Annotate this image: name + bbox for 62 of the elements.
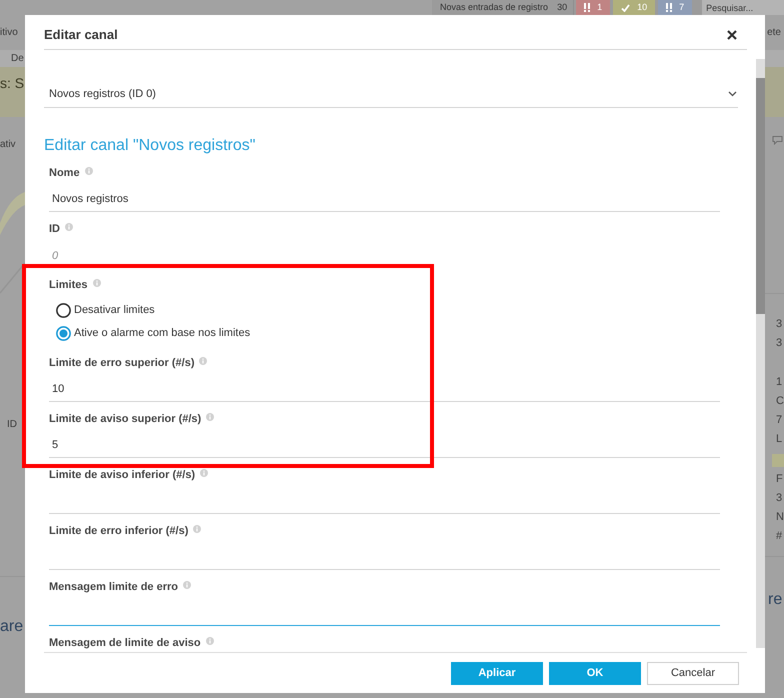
detail-text: N [775, 510, 784, 525]
field-label: Mensagem limite de erro [49, 580, 178, 594]
close-button[interactable] [726, 29, 737, 40]
exclamation-icon [584, 3, 590, 12]
detail-text: C [775, 394, 784, 409]
page-title: s: S [0, 75, 24, 91]
dialog-button[interactable]: Cancelar [647, 662, 739, 685]
status-badge[interactable]: 7 [658, 0, 692, 15]
detail-text: # [775, 529, 784, 544]
check-icon [621, 4, 630, 12]
info-icon [65, 223, 73, 231]
channel-select[interactable]: Novos registros (ID 0) [44, 81, 738, 108]
comment-icon [772, 135, 783, 145]
section-title: re [767, 590, 784, 610]
radio-option[interactable]: Desativar limites [56, 299, 155, 322]
detail-text: 7 [775, 413, 784, 428]
detail-text: F [775, 472, 784, 487]
readonly-value: 0 [52, 248, 58, 262]
field-label: ID [49, 222, 60, 236]
search-field[interactable]: Pesquisar... [702, 0, 784, 15]
info-icon [206, 637, 214, 645]
dialog-button[interactable]: Aplicar [451, 662, 543, 685]
dialog-button[interactable]: OK [549, 662, 641, 685]
text-field[interactable]: 10 [49, 377, 720, 402]
text-field[interactable]: 5 [49, 433, 720, 458]
info-icon [84, 167, 93, 175]
info-icon [193, 525, 202, 533]
radio-option[interactable]: Ative o alarme com base nos limites [56, 322, 250, 345]
exclamation-icon [666, 3, 672, 12]
field-label: Limite de erro inferior (#/s) [49, 524, 188, 538]
info-icon [199, 357, 208, 365]
field-label: Limite de aviso superior (#/s) [49, 412, 202, 426]
section-heading: Editar canal "Novos registros" [44, 136, 256, 156]
nav-link[interactable]: ete [767, 25, 784, 40]
field-label: Limite de aviso inferior (#/s) [49, 468, 196, 482]
detail-text: 3 [775, 317, 784, 332]
info-icon [206, 413, 214, 421]
info-icon [183, 581, 191, 589]
nav-link[interactable]: itivo [0, 25, 18, 40]
field-label: Limites [49, 278, 88, 292]
dialog-title: Editar canal [44, 26, 118, 44]
chevron-down-icon [728, 91, 737, 97]
subnav-link[interactable]: ativ [0, 139, 16, 151]
field-label: Limite de erro superior (#/s) [49, 356, 194, 370]
scrollbar-track[interactable] [756, 59, 765, 648]
scrollbar-thumb[interactable] [756, 78, 765, 314]
log-entries-label: Novas entradas de registro [440, 1, 548, 14]
close-icon [726, 30, 736, 40]
tab[interactable]: De [11, 52, 24, 64]
field-label: Mensagem de limite de aviso [49, 636, 201, 650]
text-field[interactable]: Novos registros [49, 187, 720, 212]
log-entries-count: 30 [557, 1, 568, 14]
detail-text: 3 [775, 336, 784, 351]
info-icon [200, 469, 208, 477]
info-icon [92, 279, 101, 287]
detail-text: 3 [775, 491, 784, 506]
field-label: Nome [49, 166, 80, 180]
status-badge[interactable]: 1 [576, 0, 610, 15]
detail-text: 1 [775, 375, 784, 390]
detail-text: L [775, 432, 784, 447]
section-title: are [0, 617, 24, 637]
field-label: ID [6, 418, 18, 432]
